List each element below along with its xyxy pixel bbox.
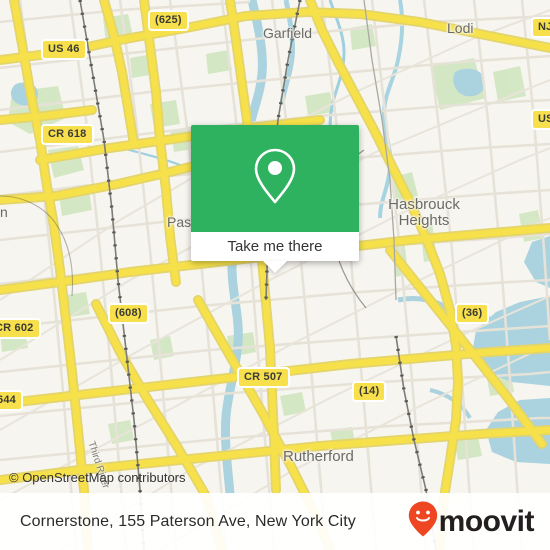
moovit-logo[interactable]: moovit: [408, 501, 535, 542]
place-label-text: Pas: [167, 214, 192, 230]
moovit-pin-icon: [408, 501, 438, 542]
place-label-text: Rutherford: [283, 448, 354, 465]
shield-nj[interactable]: NJ: [531, 17, 550, 38]
shield-label: 644: [0, 394, 16, 406]
callout-header: [191, 125, 359, 232]
shield-608[interactable]: (608): [108, 303, 149, 324]
map-attribution[interactable]: © OpenStreetMap contributors: [9, 470, 186, 485]
place-label-text-line2: Heights: [398, 212, 450, 229]
take-me-there-label: Take me there: [227, 237, 323, 255]
shield-label: US 46: [48, 43, 80, 55]
map-pin-icon: [251, 147, 299, 210]
place-label-rutherford: Rutherford: [283, 449, 354, 465]
shield-label: (625): [155, 14, 182, 26]
place-label-garfield: Garfield: [263, 25, 312, 41]
place-label-text: n: [0, 204, 8, 220]
map-canvas[interactable]: [0, 0, 550, 550]
shield-label: CR 618: [48, 128, 87, 140]
shield-label: CR 602: [0, 322, 34, 334]
shield-label: (608): [115, 307, 142, 319]
place-label-text-line1: Hasbrouck: [388, 196, 460, 213]
shield-label: (36): [462, 307, 483, 319]
bottom-info-bar: Cornerstone, 155 Paterson Ave, New York …: [0, 493, 550, 550]
shield-cr-618[interactable]: CR 618: [41, 124, 94, 145]
callout-pointer-tail: [263, 261, 287, 273]
place-label-left-clipped: n: [0, 204, 8, 220]
shield-644[interactable]: 644: [0, 390, 23, 411]
address-label: Cornerstone, 155 Paterson Ave, New York …: [20, 512, 356, 530]
place-label-text: Lodi: [447, 20, 474, 36]
shield-14[interactable]: (14): [352, 381, 387, 402]
shield-us[interactable]: US: [531, 109, 550, 130]
shield-625[interactable]: (625): [148, 10, 189, 31]
place-label-text: Garfield: [263, 25, 313, 41]
place-label-lodi: Lodi: [447, 20, 473, 36]
shield-label: CR 507: [244, 371, 283, 383]
shield-us-46[interactable]: US 46: [41, 39, 87, 60]
map-vector-layer: [0, 0, 550, 550]
location-callout-card[interactable]: Take me there: [191, 125, 359, 273]
take-me-there-button[interactable]: Take me there: [191, 232, 359, 261]
place-label-hasbrouck-heights: Hasbrouck Heights: [364, 197, 484, 229]
shield-label: NJ: [538, 21, 550, 33]
place-label-passaic-clipped: Pas: [167, 214, 191, 230]
map-screenshot-root: Garfield Lodi Hasbrouck Heights Pas n Ru…: [0, 0, 550, 550]
shield-cr-602[interactable]: CR 602: [0, 318, 41, 339]
shield-cr-507[interactable]: CR 507: [237, 367, 290, 388]
attribution-text: © OpenStreetMap contributors: [9, 470, 186, 485]
moovit-wordmark: moovit: [438, 504, 535, 538]
shield-label: (14): [359, 385, 380, 397]
shield-label: US: [538, 113, 550, 125]
shield-36[interactable]: (36): [455, 303, 490, 324]
